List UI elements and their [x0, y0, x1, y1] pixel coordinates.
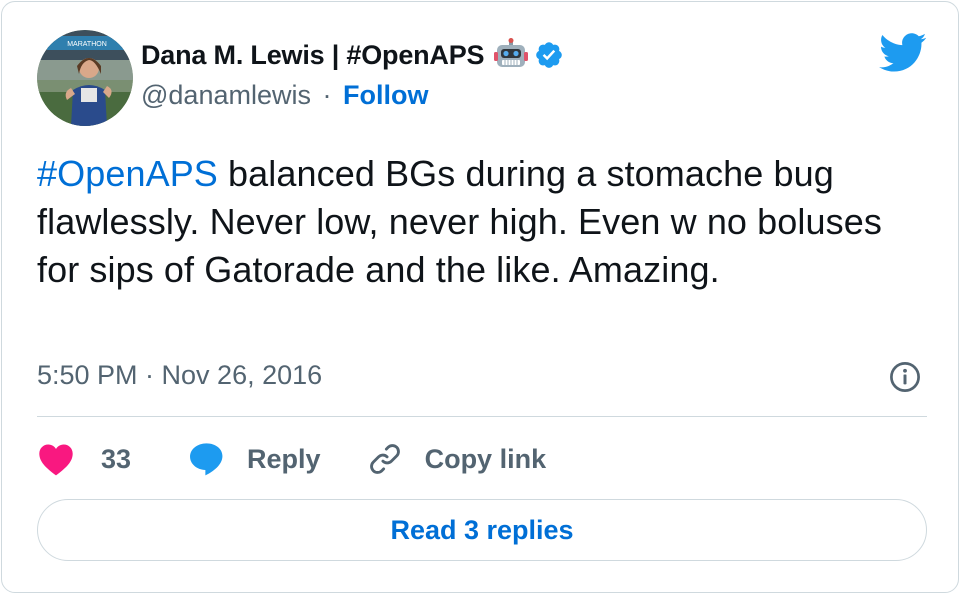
verified-badge-icon — [534, 40, 564, 70]
heart-icon — [37, 442, 75, 476]
robot-emoji-icon — [494, 38, 529, 72]
author-handle-row: @danamlewis · Follow — [141, 80, 429, 111]
like-count: 33 — [101, 443, 132, 474]
action-bar: 33 Reply Copy link — [37, 438, 546, 480]
reply-label: Reply — [247, 443, 321, 474]
author-display-name[interactable]: Dana M. Lewis | #OpenAPS — [141, 40, 485, 71]
follow-link[interactable]: Follow — [343, 80, 428, 110]
copy-link-button[interactable]: Copy link — [367, 441, 547, 477]
read-replies-button[interactable]: Read 3 replies — [37, 499, 927, 561]
divider — [37, 416, 927, 417]
speech-bubble-icon — [187, 441, 225, 477]
like-button[interactable]: 33 — [37, 442, 131, 476]
avatar-banner-text: MARATHON — [67, 41, 107, 48]
hashtag-link[interactable]: #OpenAPS — [37, 153, 218, 194]
info-icon[interactable] — [888, 360, 922, 394]
avatar[interactable]: MARATHON — [37, 30, 133, 126]
tweet-text: #OpenAPS balanced BGs during a stomache … — [37, 150, 927, 294]
tweet-timestamp[interactable]: 5:50 PM · Nov 26, 2016 — [37, 360, 322, 391]
twitter-bird-icon[interactable] — [879, 33, 927, 73]
copy-link-label: Copy link — [424, 443, 547, 474]
reply-button[interactable]: Reply — [187, 441, 321, 477]
author-name-row: Dana M. Lewis | #OpenAPS — [141, 38, 564, 72]
author-handle[interactable]: @danamlewis — [141, 80, 311, 110]
link-icon — [367, 441, 403, 477]
handle-separator: · — [322, 80, 332, 110]
tweet-card: MARATHON Dana M. Lewis | #OpenAPS @danam… — [1, 1, 959, 593]
